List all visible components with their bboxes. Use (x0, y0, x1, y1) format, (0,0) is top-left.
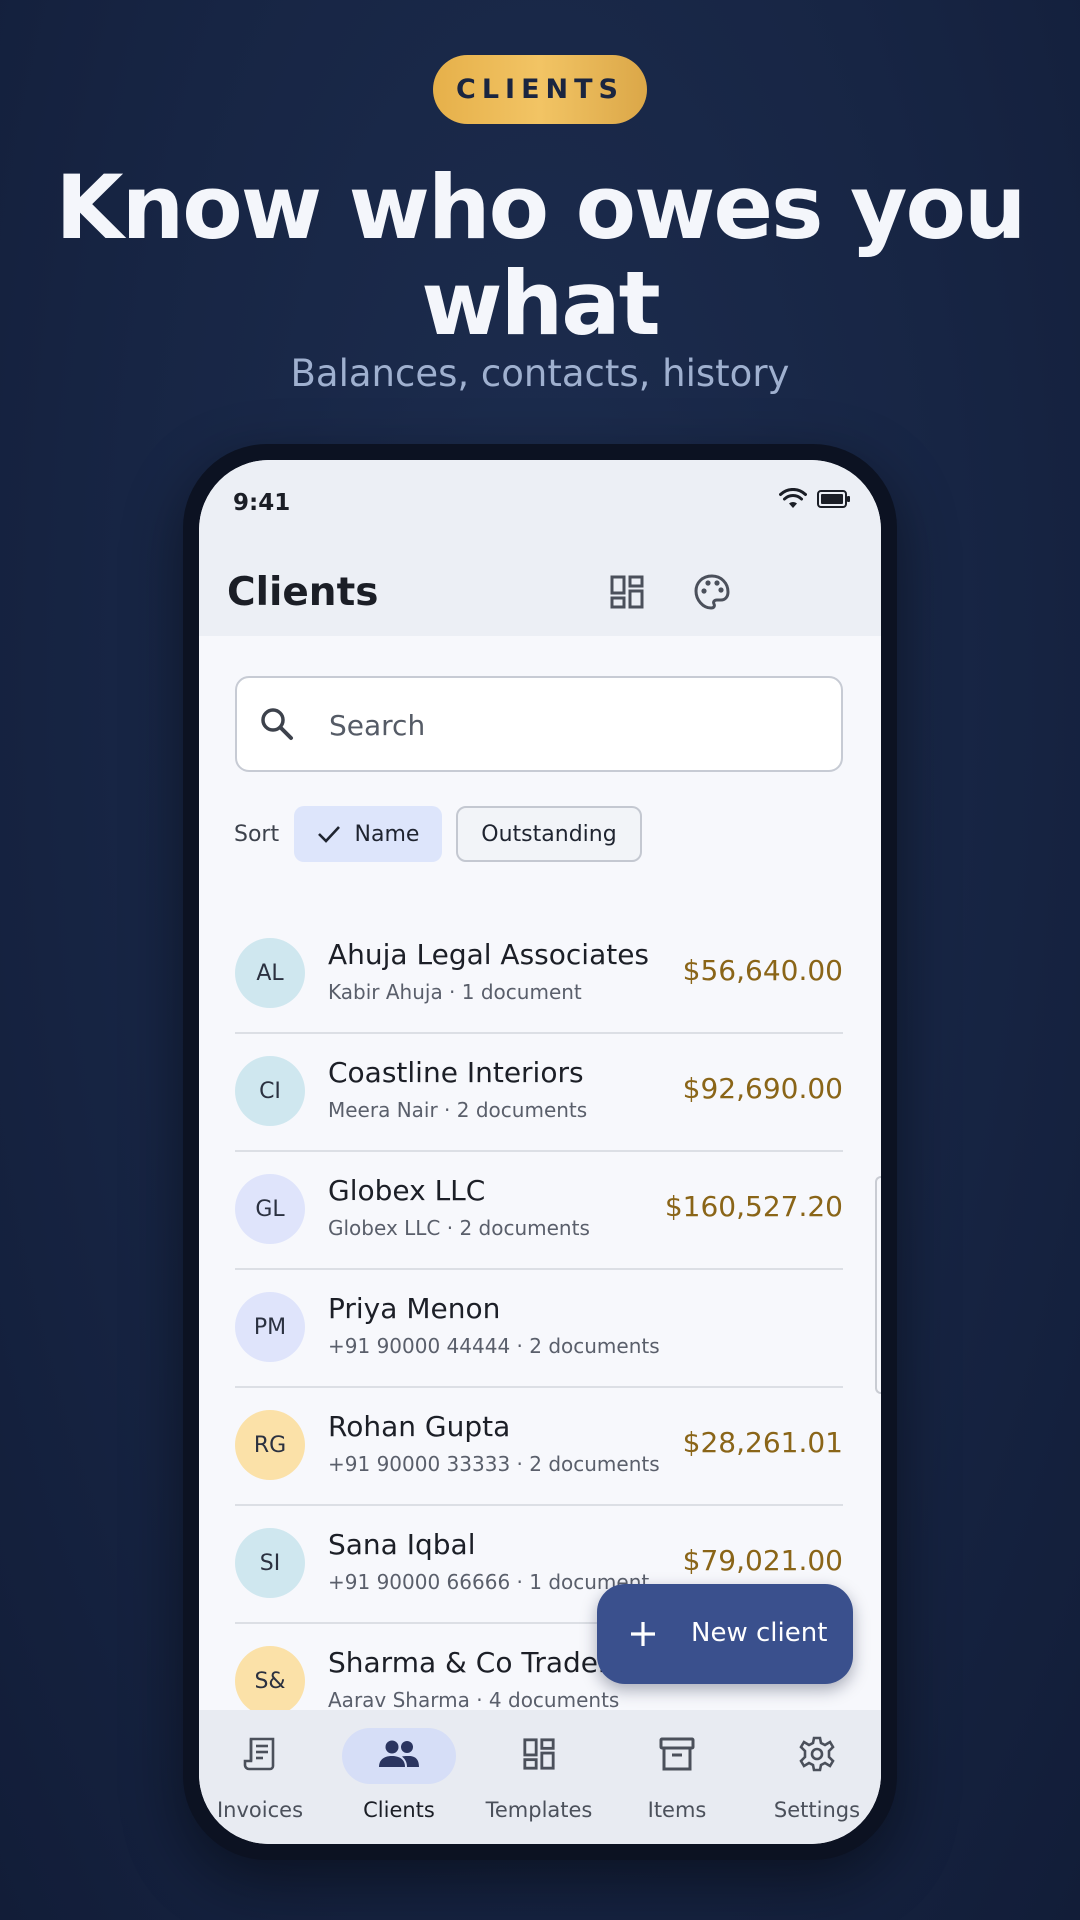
avatar: GL (235, 1174, 305, 1244)
scrollbar[interactable] (875, 1176, 881, 1394)
status-bar: 9:41 (199, 460, 881, 552)
sort-label: Sort (234, 822, 280, 847)
nav-label: Clients (363, 1798, 435, 1822)
nav-invoices[interactable]: Invoices (200, 1728, 320, 1828)
phone-frame: 9:41 Clients Search Sort Name Outstandin… (183, 444, 897, 1860)
client-amount: $92,690.00 (682, 1072, 843, 1105)
nav-templates[interactable]: Templates (479, 1728, 599, 1828)
new-client-label: New client (691, 1618, 828, 1648)
client-row[interactable]: GL Globex LLC Globex LLC · 2 documents $… (235, 1152, 843, 1270)
app-bar: Clients (199, 552, 881, 636)
palette-icon (693, 573, 731, 615)
sort-chip-name-label: Name (354, 821, 420, 847)
wifi-icon (779, 487, 807, 514)
client-amount: $56,640.00 (682, 954, 843, 987)
client-name: Priya Menon (328, 1292, 501, 1325)
headline-line-1: Know who owes you (55, 156, 1026, 259)
client-name: Ahuja Legal Associates (328, 938, 650, 971)
client-subtitle: Aarav Sharma · 4 documents (328, 1688, 620, 1712)
bottom-nav: Invoices Clients Templates Items Setting… (199, 1710, 881, 1844)
client-subtitle: Globex LLC · 2 documents (328, 1216, 590, 1240)
client-subtitle: +91 90000 44444 · 2 documents (328, 1334, 660, 1358)
avatar: PM (235, 1292, 305, 1362)
avatar: CI (235, 1056, 305, 1126)
battery-icon (817, 490, 851, 512)
client-subtitle: +91 90000 33333 · 2 documents (328, 1452, 660, 1476)
status-time: 9:41 (233, 490, 291, 516)
client-name: Globex LLC (328, 1174, 486, 1207)
gear-icon (799, 1736, 835, 1776)
sort-chip-outstanding-label: Outstanding (481, 821, 617, 847)
nav-label: Items (647, 1798, 707, 1822)
client-row[interactable]: RG Rohan Gupta +91 90000 33333 · 2 docum… (235, 1388, 843, 1506)
invoice-icon (243, 1736, 277, 1776)
nav-label: Templates (485, 1798, 593, 1822)
plus-icon (629, 1620, 657, 1652)
nav-icon-container (760, 1728, 874, 1784)
nav-label: Invoices (216, 1798, 304, 1822)
phone-screen: 9:41 Clients Search Sort Name Outstandin… (199, 460, 881, 1844)
nav-icon-container (482, 1728, 596, 1784)
status-icons (779, 487, 851, 514)
subheadline: Balances, contacts, history (290, 352, 790, 395)
client-subtitle: Kabir Ahuja · 1 document (328, 980, 582, 1004)
avatar: S& (235, 1646, 305, 1716)
clients-badge: CLIENTS (433, 55, 647, 124)
nav-settings[interactable]: Settings (757, 1728, 877, 1828)
sort-chip-outstanding[interactable]: Outstanding (456, 806, 642, 862)
client-subtitle: Meera Nair · 2 documents (328, 1098, 588, 1122)
nav-label: Settings (773, 1798, 861, 1822)
client-amount: $28,261.01 (682, 1426, 843, 1459)
new-client-button[interactable]: New client (597, 1584, 853, 1684)
avatar: AL (235, 938, 305, 1008)
client-amount: $160,527.20 (664, 1190, 843, 1223)
nav-icon-container (620, 1728, 734, 1784)
nav-icon-container (342, 1728, 456, 1784)
search-box[interactable] (235, 676, 843, 772)
nav-icon-container (203, 1728, 317, 1784)
archive-icon (659, 1737, 695, 1775)
client-name: Coastline Interiors (328, 1056, 584, 1089)
client-amount: $79,021.00 (682, 1544, 843, 1577)
page-title: Clients (227, 570, 379, 615)
templates-button[interactable] (603, 570, 651, 618)
client-row[interactable]: AL Ahuja Legal Associates Kabir Ahuja · … (235, 916, 843, 1034)
client-subtitle: +91 90000 66666 · 1 document (328, 1570, 650, 1594)
search-input[interactable] (327, 700, 811, 750)
avatar: RG (235, 1410, 305, 1480)
templates-icon (522, 1737, 556, 1775)
client-name: Sharma & Co Traders (328, 1646, 625, 1679)
search-icon (259, 706, 295, 746)
avatar: SI (235, 1528, 305, 1598)
check-icon (317, 824, 341, 844)
nav-items[interactable]: Items (617, 1728, 737, 1828)
theme-button[interactable] (688, 570, 736, 618)
client-name: Rohan Gupta (328, 1410, 511, 1443)
nav-clients[interactable]: Clients (339, 1728, 459, 1828)
client-row[interactable]: CI Coastline Interiors Meera Nair · 2 do… (235, 1034, 843, 1152)
sort-chip-name[interactable]: Name (294, 806, 442, 862)
people-icon (378, 1739, 420, 1773)
headline: Know who owes you what (0, 160, 1080, 352)
headline-line-2: what (421, 252, 660, 355)
templates-icon (609, 574, 645, 614)
client-row[interactable]: PM Priya Menon +91 90000 44444 · 2 docum… (235, 1270, 843, 1388)
client-name: Sana Iqbal (328, 1528, 476, 1561)
